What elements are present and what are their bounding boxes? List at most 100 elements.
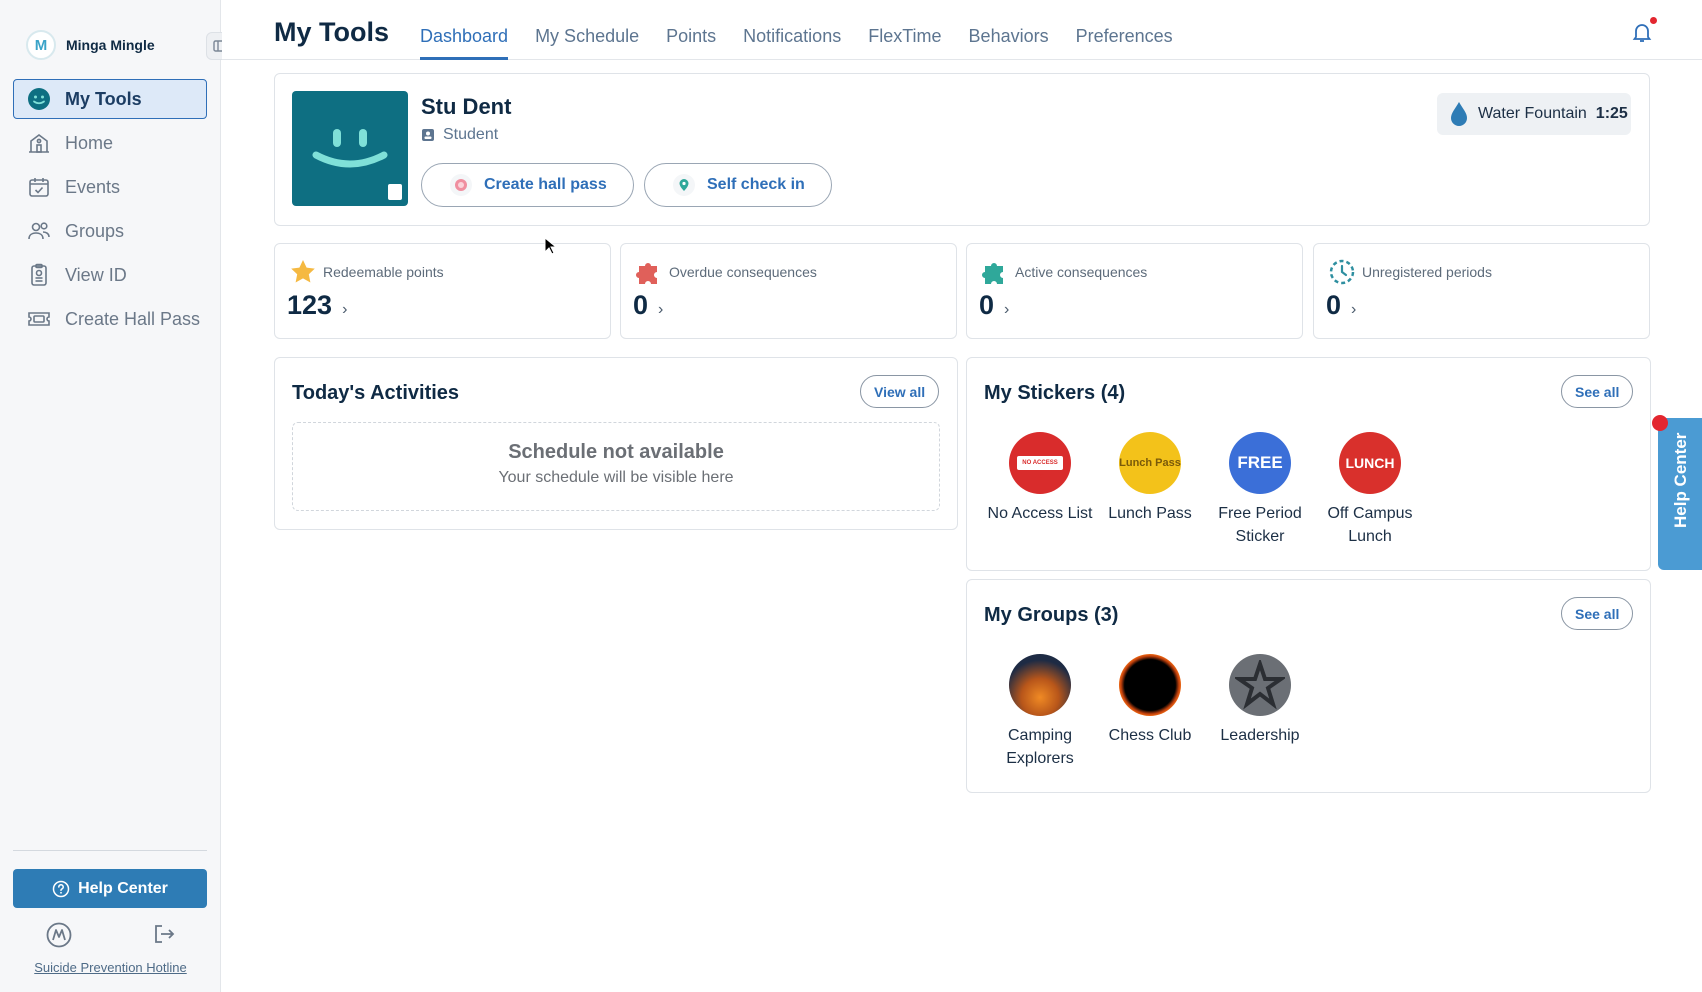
stat-label: Overdue consequences <box>669 264 817 280</box>
minga-app-icon[interactable] <box>46 922 72 953</box>
leadership-group-image <box>1229 654 1291 716</box>
stat-label-row: Unregistered periods <box>1328 258 1492 286</box>
school-icon <box>27 131 51 155</box>
student-role-label: Student <box>443 126 499 143</box>
puzzle-icon <box>636 263 657 284</box>
sidebar-divider <box>13 850 207 851</box>
sidebar-item-label: View ID <box>65 264 127 285</box>
sticker-art-text: Lunch Pass <box>1119 456 1181 469</box>
stat-value: 0 <box>633 290 649 320</box>
tab-bar: Dashboard My Schedule Points Notificatio… <box>420 0 1173 60</box>
see-all-stickers-button[interactable]: See all <box>1561 375 1634 408</box>
group-label: Chess Club <box>1108 727 1192 744</box>
tab-points[interactable]: Points <box>666 0 716 60</box>
stat-value: 0 <box>979 290 995 320</box>
sidebar-item-create-hall-pass[interactable]: Create Hall Pass <box>13 299 207 339</box>
stat-redeemable-points[interactable]: Redeemable points 123 › <box>274 243 611 339</box>
chevron-right-icon: › <box>1004 301 1010 318</box>
sidebar-item-label: Create Hall Pass <box>65 308 201 329</box>
stat-overdue-consequences[interactable]: Overdue consequences 0 › <box>620 243 957 339</box>
puzzle-icon <box>982 263 1003 284</box>
help-center-side-tab[interactable]: Help Center <box>1658 418 1702 570</box>
sidebar-item-groups[interactable]: Groups <box>13 211 207 251</box>
sticker-item[interactable]: NO ACCESS LIST No Access List <box>985 432 1095 548</box>
mouse-cursor-icon <box>544 237 556 255</box>
stat-label: Unregistered periods <box>1362 264 1492 280</box>
view-all-activities-button[interactable]: View all <box>860 375 940 408</box>
stat-value: 123 <box>287 290 333 320</box>
sticker-item[interactable]: Lunch Pass Lunch Pass <box>1095 432 1205 548</box>
stat-unregistered-periods[interactable]: Unregistered periods 0 › <box>1313 243 1650 339</box>
sidebar-footer-icons <box>46 922 176 953</box>
smiley-icon <box>27 87 51 111</box>
create-hall-pass-label: Create hall pass <box>484 176 607 193</box>
lunch-pass-sticker-icon: Lunch Pass <box>1119 432 1181 494</box>
student-role: Student <box>421 126 498 144</box>
suicide-prevention-hotline-link[interactable]: Suicide Prevention Hotline <box>0 960 221 975</box>
active-hall-pass-chip[interactable]: Water Fountain 1:25 <box>1437 93 1631 135</box>
people-icon <box>27 219 51 243</box>
location-pin-icon <box>673 174 695 196</box>
notification-bell-icon[interactable] <box>1630 20 1654 44</box>
sticker-label: No Access List <box>987 505 1093 522</box>
tab-my-schedule[interactable]: My Schedule <box>535 0 639 60</box>
logout-icon[interactable] <box>152 922 176 953</box>
stat-value-row: 0 › <box>633 290 663 321</box>
sticker-art-text: FREE <box>1237 453 1283 472</box>
activities-title: Today's Activities <box>292 382 460 404</box>
student-name: Stu Dent <box>421 94 512 119</box>
see-all-groups-button[interactable]: See all <box>1561 597 1634 630</box>
sidebar-item-my-tools[interactable]: My Tools <box>13 79 207 119</box>
sidebar-item-view-id[interactable]: View ID <box>13 255 207 295</box>
minga-logo-icon: M <box>26 30 56 60</box>
tab-notifications[interactable]: Notifications <box>743 0 841 60</box>
sticker-item[interactable]: LUNCH Off Campus Lunch <box>1315 432 1425 548</box>
sidebar-item-label: Events <box>65 176 121 197</box>
stickers-title: My Stickers (4) <box>984 382 1126 404</box>
tab-dashboard[interactable]: Dashboard <box>420 0 509 60</box>
stat-label-row: Redeemable points <box>289 258 444 286</box>
top-bar: My Tools Dashboard My Schedule Points No… <box>222 0 1702 60</box>
stat-active-consequences[interactable]: Active consequences 0 › <box>966 243 1303 339</box>
hall-pass-icon <box>450 174 472 196</box>
chess-club-group-image <box>1119 654 1181 716</box>
group-item[interactable]: Leadership <box>1205 654 1315 770</box>
stat-value: 0 <box>1326 290 1342 320</box>
create-hall-pass-button[interactable]: Create hall pass <box>421 163 634 207</box>
sticker-art-text: NO ACCESS LIST <box>1017 456 1063 480</box>
groups-title: My Groups (3) <box>984 604 1119 626</box>
help-notification-dot <box>1652 415 1668 431</box>
self-check-in-button[interactable]: Self check in <box>644 163 832 207</box>
brand[interactable]: M Minga Mingle <box>26 30 155 60</box>
avatar[interactable] <box>292 91 408 206</box>
sidebar-item-label: Home <box>65 132 114 153</box>
todays-activities-card: Today's Activities View all Schedule not… <box>274 357 958 530</box>
tab-behaviors[interactable]: Behaviors <box>969 0 1049 60</box>
chevron-right-icon: › <box>658 301 664 318</box>
stat-label-row: Overdue consequences <box>635 258 817 286</box>
tab-preferences[interactable]: Preferences <box>1076 0 1173 60</box>
sidebar-item-label: Groups <box>65 220 125 241</box>
sidebar-item-home[interactable]: Home <box>13 123 207 163</box>
empty-state-subtitle: Your schedule will be visible here <box>498 469 734 486</box>
ticket-icon <box>27 307 51 331</box>
no-access-sticker-icon: NO ACCESS LIST <box>1009 432 1071 494</box>
sticker-label: Off Campus Lunch <box>1327 505 1413 545</box>
id-card-icon <box>388 184 402 200</box>
sticker-list: NO ACCESS LIST No Access List Lunch Pass… <box>985 432 1425 548</box>
tab-flextime[interactable]: FlexTime <box>868 0 941 60</box>
brand-name: Minga Mingle <box>66 37 155 53</box>
sidebar-item-events[interactable]: Events <box>13 167 207 207</box>
sidebar: M Minga Mingle My Tools Home Events Grou… <box>0 0 234 992</box>
group-item[interactable]: Camping Explorers <box>985 654 1095 770</box>
sticker-item[interactable]: FREE Free Period Sticker <box>1205 432 1315 548</box>
calendar-check-icon <box>27 175 51 199</box>
help-circle-icon <box>52 880 70 897</box>
group-item[interactable]: Chess Club <box>1095 654 1205 770</box>
my-stickers-card: My Stickers (4) See all NO ACCESS LIST N… <box>966 357 1651 571</box>
stat-label: Active consequences <box>1015 264 1148 280</box>
group-label: Camping Explorers <box>1006 727 1074 767</box>
help-center-button[interactable]: Help Center <box>13 869 207 908</box>
stat-label-row: Active consequences <box>981 258 1147 286</box>
sidebar-nav: My Tools Home Events Groups View ID Crea… <box>13 79 207 343</box>
